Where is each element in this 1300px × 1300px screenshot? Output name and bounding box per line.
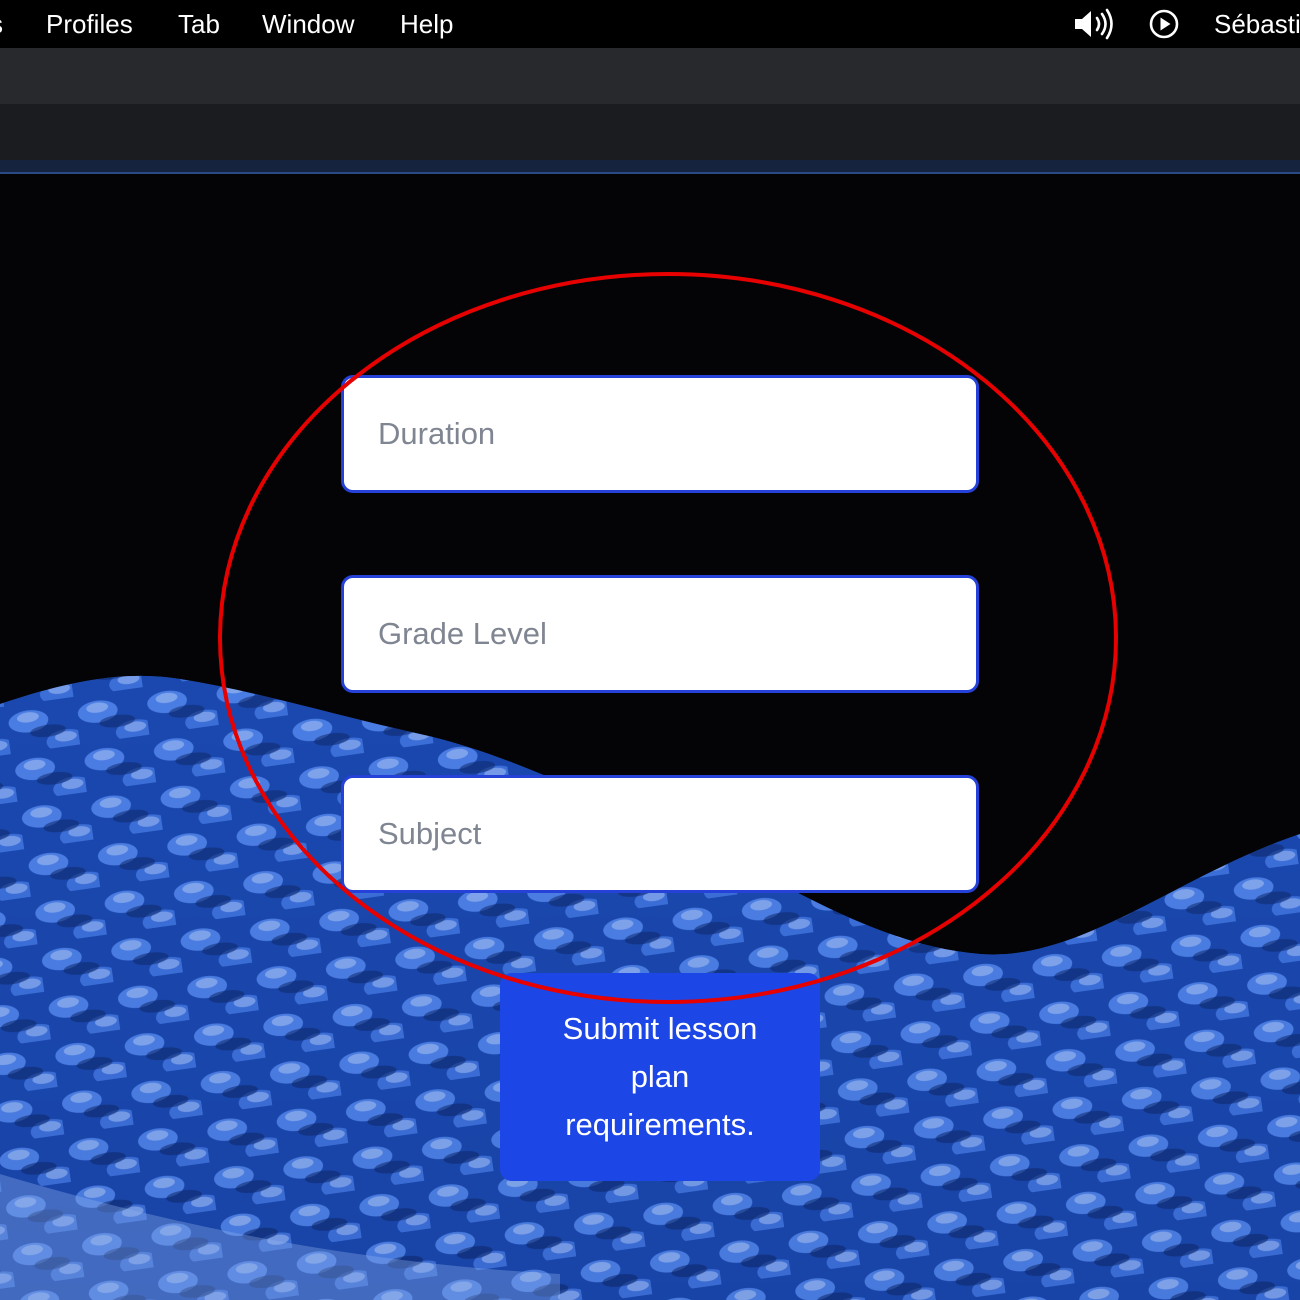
menu-item-profiles[interactable]: Profiles	[46, 8, 133, 40]
menu-bar: s Profiles Tab Window Help Sébasti	[0, 0, 1300, 48]
menu-item-tab[interactable]: Tab	[178, 8, 220, 40]
play-circle-icon[interactable]	[1148, 8, 1180, 40]
submit-lesson-plan-button[interactable]: Submit lesson plan requirements.	[500, 973, 820, 1181]
browser-tab-strip	[0, 48, 1300, 104]
browser-toolbar-divider	[0, 160, 1300, 174]
menu-item-window[interactable]: Window	[262, 8, 354, 40]
subject-input[interactable]	[341, 775, 979, 893]
page-content: Submit lesson plan requirements.	[0, 174, 1300, 1300]
volume-icon[interactable]	[1072, 8, 1116, 40]
grade-level-input[interactable]	[341, 575, 979, 693]
menu-item-help[interactable]: Help	[400, 8, 453, 40]
menu-user-name[interactable]: Sébasti	[1214, 8, 1300, 40]
browser-toolbar	[0, 104, 1300, 160]
duration-input[interactable]	[341, 375, 979, 493]
screen: s Profiles Tab Window Help Sébasti	[0, 0, 1300, 1300]
menu-item-clipped[interactable]: s	[0, 8, 3, 40]
